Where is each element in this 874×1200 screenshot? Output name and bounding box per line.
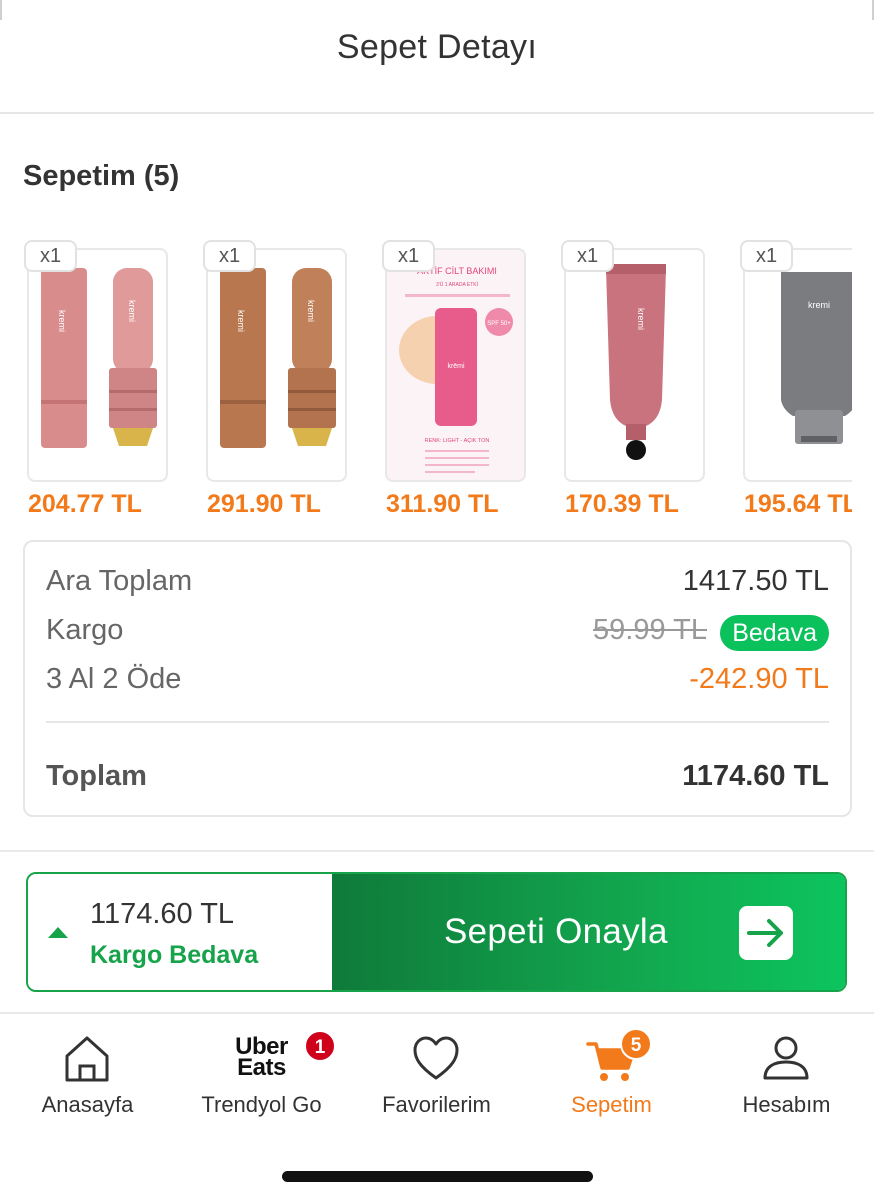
shipping-row: Kargo 59.99 TL Bedava [46,614,829,654]
cart-item[interactable]: AKTİF CİLT BAKIMI 3'Ü 1 ARADA ETKİ krēmi… [382,240,547,522]
cart-icon [524,1034,699,1084]
tab-label: Hesabım [742,1092,831,1117]
checkout-total: 1174.60 TL [90,898,235,930]
item-price: 195.64 TL [744,490,852,518]
subtotal-value: 1417.50 TL [682,565,829,597]
order-summary: Ara Toplam 1417.50 TL Kargo 59.99 TL Bed… [23,540,852,817]
tab-favorites[interactable]: Favorilerim [349,1014,524,1134]
brand-text: kremi [306,300,316,322]
confirm-cart-button[interactable]: Sepeti Onayla [332,874,845,990]
product-image[interactable]: kremi kremi [27,248,168,482]
brand-text: kremi [236,310,246,332]
quantity-badge: x1 [740,240,793,272]
total-label: Toplam [46,760,147,792]
cart-item[interactable]: kremi x1 170.39 TL [561,240,726,522]
brand-text: krēmi [447,363,465,370]
checkout-shipping: Kargo Bedava [90,941,259,969]
item-price: 204.77 TL [28,490,142,518]
blush-stick-image: kremi kremi [41,268,157,448]
tab-cart[interactable]: 5 Sepetim [524,1014,699,1134]
total-value: 1174.60 TL [682,760,829,792]
item-price: 170.39 TL [565,490,679,518]
checkout-summary[interactable]: 1174.60 TL Kargo Bedava [28,874,332,990]
brand-text: kremi [127,300,137,322]
product-image[interactable]: AKTİF CİLT BAKIMI 3'Ü 1 ARADA ETKİ krēmi… [385,248,526,482]
chevron-up-icon[interactable] [48,927,68,938]
bronzer-stick-image: kremi kremi [220,268,336,448]
product-image[interactable]: kremi [743,248,852,482]
tone-text: RENK: LIGHT - AÇIK TON [425,438,490,444]
confirm-cart-label: Sepeti Onayla [444,912,668,951]
sheet-edge [0,0,2,20]
checkout-bar: 1174.60 TL Kargo Bedava Sepeti Onayla [26,872,847,992]
promo-row: 3 Al 2 Öde -242.90 TL [46,663,829,703]
cart-item[interactable]: kremi x1 195.64 TL [740,240,852,522]
tab-label: Trendyol Go [201,1092,322,1117]
item-price: 291.90 TL [207,490,321,518]
user-icon [699,1034,874,1084]
tab-home[interactable]: Anasayfa [0,1014,175,1134]
shipping-old-price: 59.99 TL [593,614,707,646]
subtotal-label: Ara Toplam [46,565,193,597]
divider [46,721,829,723]
arrow-right-icon [739,906,793,960]
home-indicator [282,1171,593,1182]
brand-text: kremi [57,310,67,332]
quantity-badge: x1 [561,240,614,272]
quantity-badge: x1 [24,240,77,272]
box-subtitle: 3'Ü 1 ARADA ETKİ [436,281,478,288]
spf-cream-box-image: AKTİF CİLT BAKIMI 3'Ü 1 ARADA ETKİ krēmi… [387,250,524,480]
page-title: Sepet Detayı [336,28,538,66]
item-price: 311.90 TL [386,490,499,518]
tab-account[interactable]: Hesabım [699,1014,874,1134]
free-shipping-badge: Bedava [720,615,829,651]
promo-label: 3 Al 2 Öde [46,663,182,695]
brand-text: kremi [808,300,830,310]
subtotal-row: Ara Toplam 1417.50 TL [46,565,829,605]
shipping-label: Kargo [46,614,124,646]
spf-badge: SPF 50+ [487,321,511,327]
page-header: Sepet Detayı [0,0,874,114]
promo-value: -242.90 TL [689,663,829,695]
lip-tube-image: kremi [606,264,666,460]
cart-section-title: Sepetim (5) [23,160,180,192]
tab-label: Sepetim [571,1092,652,1117]
product-image[interactable]: kremi [564,248,705,482]
cart-count-badge: 5 [620,1028,652,1060]
tab-label: Favorilerim [382,1092,491,1117]
grey-tube-image: kremi [781,272,852,444]
quantity-badge: x1 [203,240,256,272]
quantity-badge: x1 [382,240,435,272]
cart-item[interactable]: kremi kremi x1 291.90 TL [203,240,368,522]
notification-badge: 1 [304,1030,336,1062]
cart-item[interactable]: kremi kremi x1 204.77 TL [24,240,189,522]
home-icon [0,1034,175,1084]
tab-label: Anasayfa [41,1092,134,1117]
brand-text: kremi [636,308,646,330]
tab-trendyol-go[interactable]: Uber Eats 1 Trendyol Go [174,1014,349,1134]
heart-icon [349,1034,524,1084]
product-image[interactable]: kremi kremi [206,248,347,482]
divider [0,850,874,852]
product-carousel[interactable]: kremi kremi x1 204.77 TL kremi kremi x1 … [24,240,852,522]
